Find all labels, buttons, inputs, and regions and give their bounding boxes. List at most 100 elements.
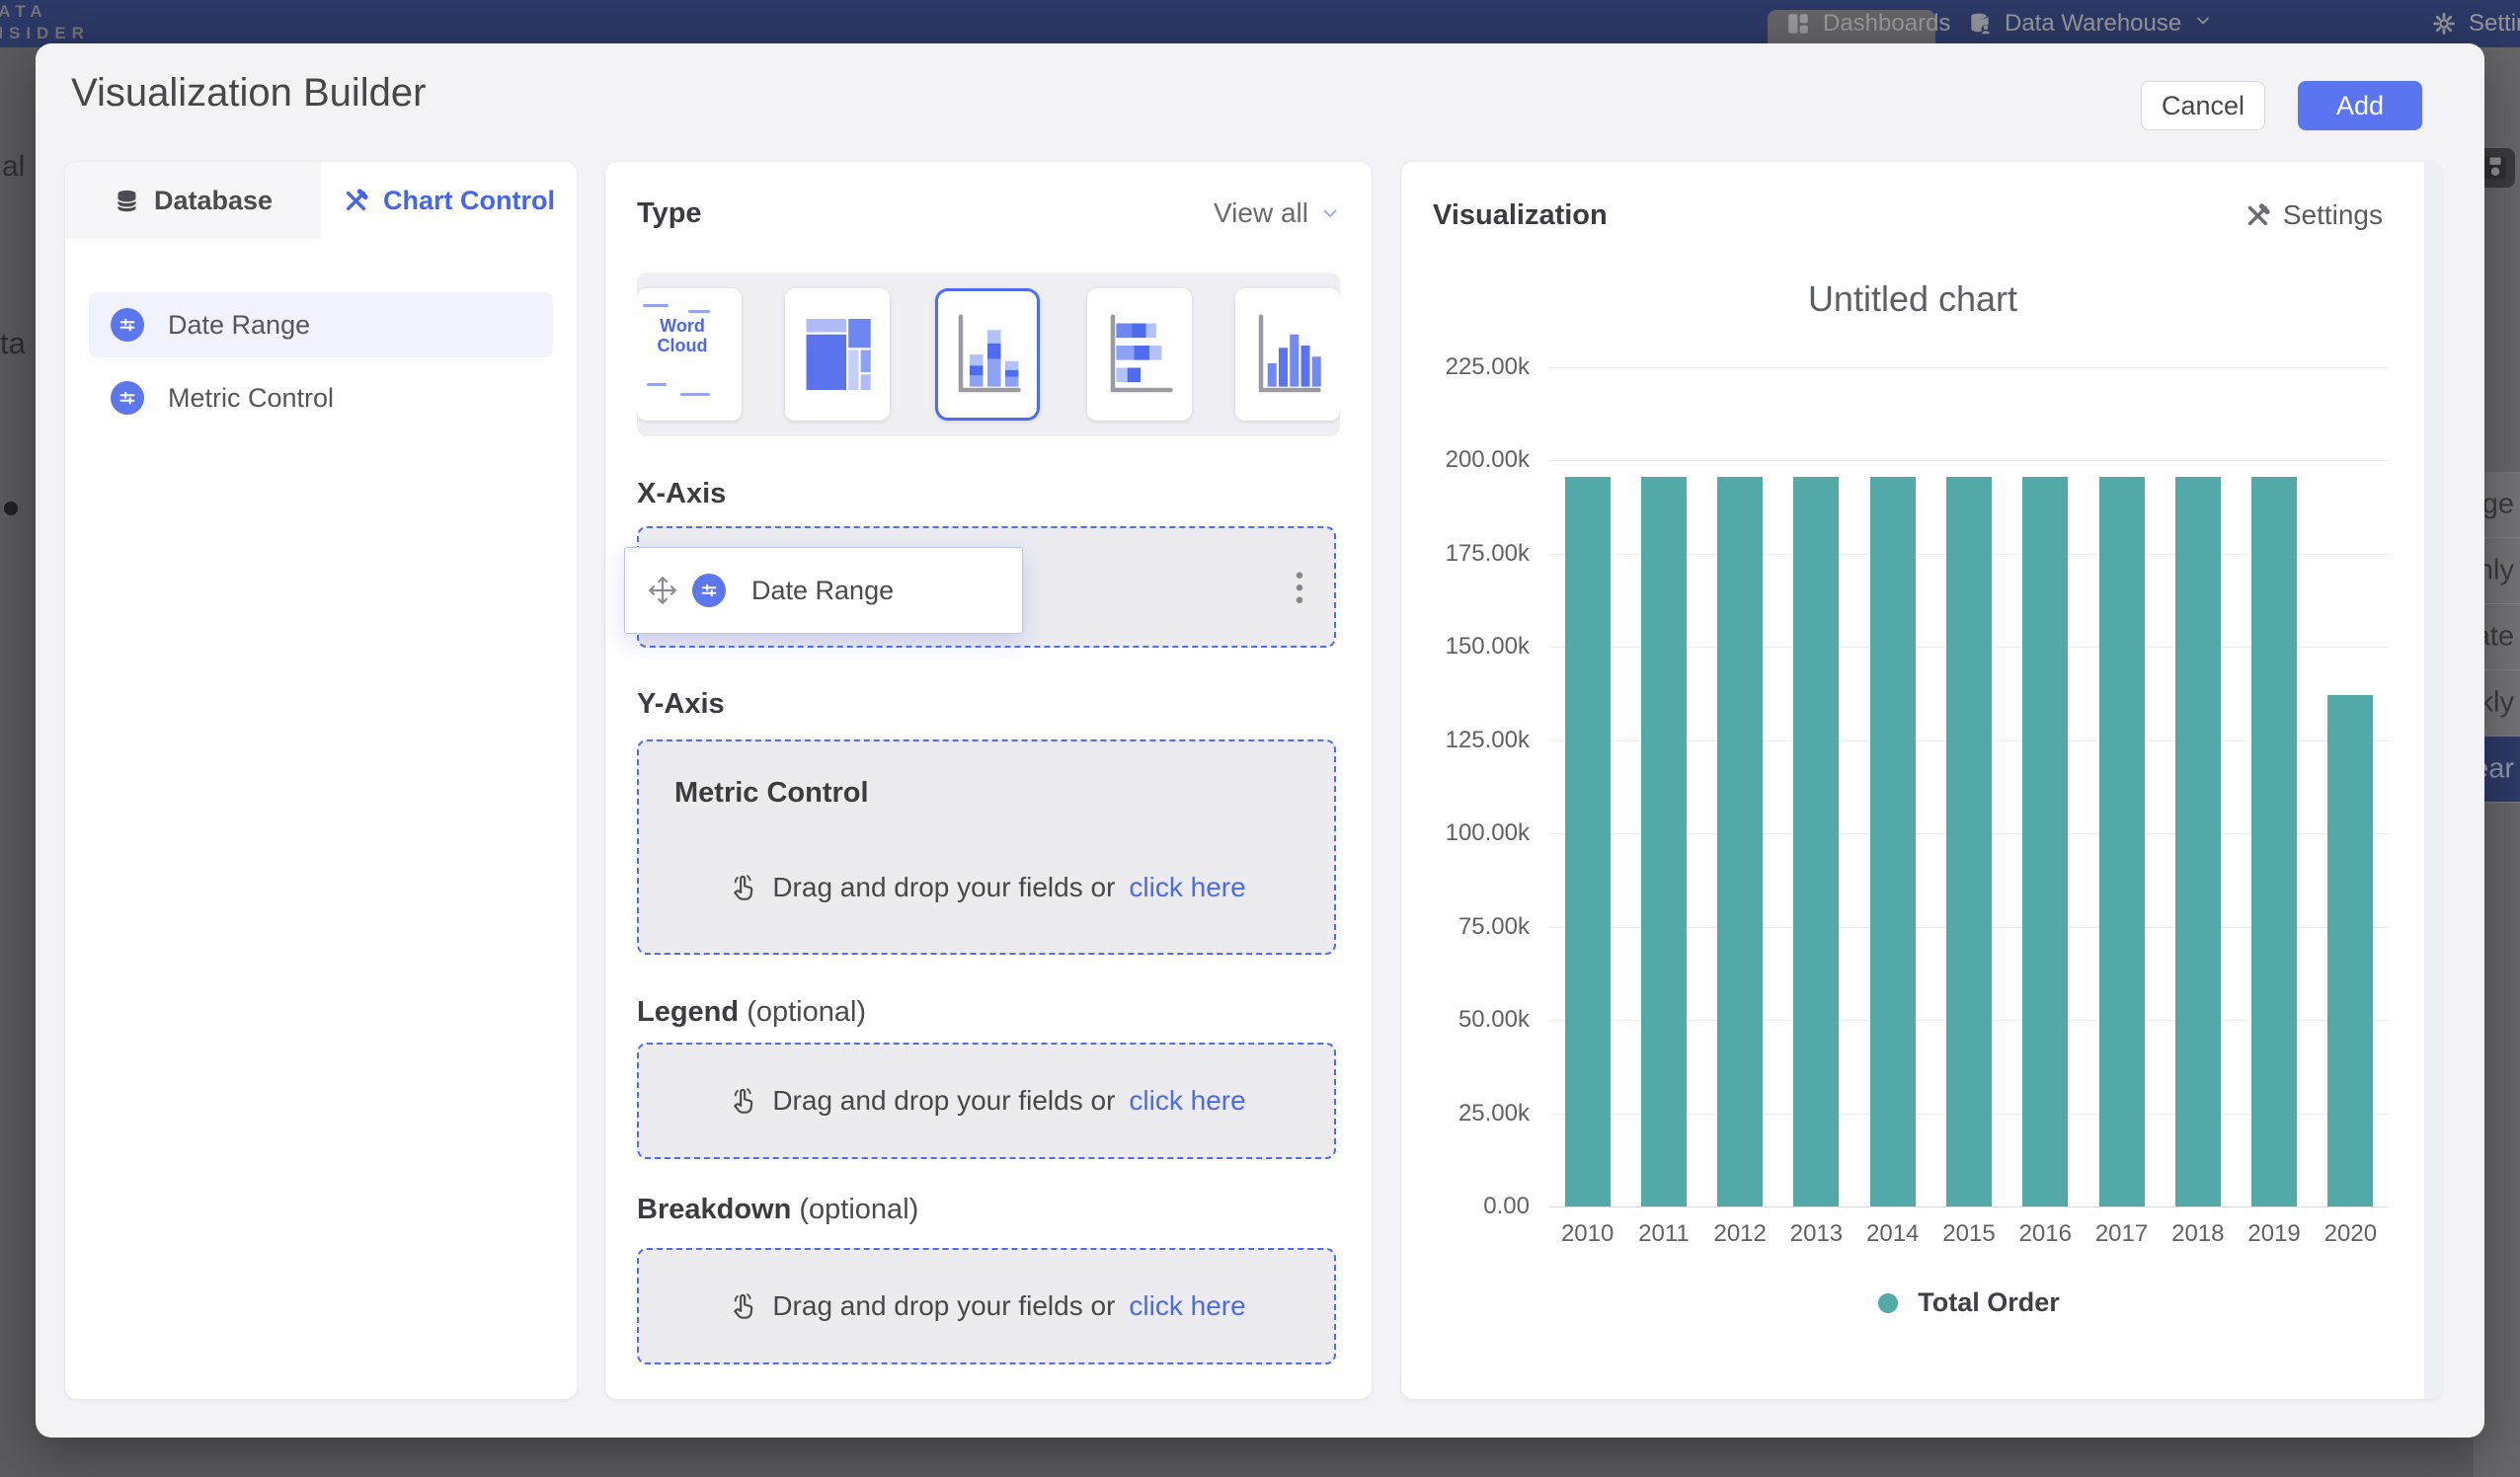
word-cloud-mini-word (643, 304, 669, 307)
y-tick-label: 175.00k (1401, 540, 1530, 568)
chart-type-word-cloud[interactable]: Word Cloud (637, 288, 742, 421)
y-tick-label: 25.00k (1401, 1100, 1530, 1127)
drop-hint-text: Drag and drop your fields or (772, 1290, 1115, 1322)
column-thumbnail (1246, 301, 1329, 408)
chip-label: Date Range (751, 576, 894, 606)
bar (1717, 477, 1763, 1206)
y-tick-label: 75.00k (1401, 913, 1530, 941)
gridline (1549, 367, 2389, 368)
sliders-icon (111, 381, 144, 415)
tab-database[interactable]: Database (65, 162, 321, 239)
settings-button[interactable]: Settings (2244, 199, 2383, 231)
stacked-column-thumbnail (946, 301, 1029, 408)
breakdown-section-label: Breakdown (optional) (637, 1194, 918, 1226)
x-tick-label: 2013 (1776, 1220, 1855, 1248)
bar (1870, 477, 1916, 1206)
view-all-dropdown[interactable]: View all (1214, 197, 1342, 229)
modal-title: Visualization Builder (71, 71, 426, 116)
move-icon (647, 575, 678, 606)
x-tick-label: 2014 (1853, 1220, 1932, 1248)
background-bullet-dot (4, 502, 18, 515)
logo-line1: DATA (0, 1, 90, 23)
y-tick-label: 50.00k (1401, 1006, 1530, 1034)
chart-type-column[interactable] (1235, 288, 1340, 421)
word-cloud-mini-word (647, 383, 667, 386)
cancel-button[interactable]: Cancel (2141, 81, 2265, 130)
tap-hand-icon (727, 872, 758, 903)
tools-icon (343, 188, 369, 214)
bar (1565, 477, 1611, 1206)
drop-hint-text: Drag and drop your fields or (772, 1085, 1115, 1117)
chart-legend[interactable]: Total Order (1549, 1287, 2389, 1318)
tap-hand-icon (727, 1085, 758, 1117)
chart-type-gallery: Word Cloud (637, 272, 1340, 436)
fields-panel: Database Chart Control Date Range Metric… (65, 162, 577, 1399)
click-here-link[interactable]: click here (1129, 872, 1245, 903)
gear-icon (2431, 11, 2457, 37)
breakdown-dropzone[interactable]: Drag and drop your fields or click here (637, 1248, 1336, 1364)
x-tick-label: 2015 (1929, 1220, 2008, 1248)
treemap-thumbnail (796, 301, 879, 408)
date-range-chip[interactable]: Date Range (624, 547, 1023, 634)
nav-item-dashboards[interactable]: Dashboards (1785, 0, 1950, 47)
x-axis-section-label: X-Axis (637, 478, 726, 510)
tap-hand-icon (727, 1290, 758, 1322)
field-item-metric-control[interactable]: Metric Control (89, 365, 553, 430)
y-tick-label: 200.00k (1401, 446, 1530, 474)
y-tick-label: 225.00k (1401, 353, 1530, 381)
sliders-icon (692, 574, 726, 607)
chart-type-stacked-column[interactable] (935, 288, 1040, 421)
legend-dropzone[interactable]: Drag and drop your fields or click here (637, 1043, 1336, 1159)
tools-icon (2244, 202, 2271, 229)
bar (1793, 477, 1839, 1206)
bar (1641, 477, 1687, 1206)
y-axis-dropzone[interactable]: Metric Control Drag and drop your fields… (637, 739, 1336, 955)
nav-label-settings: Settings (2469, 10, 2520, 38)
add-button[interactable]: Add (2298, 81, 2422, 130)
nav-label-dashboards: Dashboards (1823, 10, 1950, 38)
bar (2251, 477, 2297, 1206)
y-axis-zone-title: Metric Control (674, 777, 869, 810)
word-cloud-thumbnail: Word Cloud (637, 316, 742, 355)
chart-title: Untitled chart (1401, 278, 2424, 320)
x-tick-label: 2016 (2006, 1220, 2085, 1248)
view-all-label: View all (1214, 197, 1308, 229)
stacked-bar-thumbnail (1098, 301, 1181, 408)
tab-chart-control[interactable]: Chart Control (321, 162, 577, 239)
click-here-link[interactable]: click here (1129, 1290, 1245, 1322)
kebab-icon[interactable] (1285, 567, 1314, 608)
nav-label-data-warehouse: Data Warehouse (2005, 10, 2181, 38)
y-tick-label: 150.00k (1401, 633, 1530, 661)
y-tick-label: 0.00 (1401, 1193, 1530, 1220)
y-tick-label: 125.00k (1401, 727, 1530, 754)
x-tick-label: 2019 (2235, 1220, 2314, 1248)
dashboard-icon (1785, 11, 1811, 37)
page: DATA INSIDER Dashboards Data Warehouse (0, 0, 2520, 1477)
tab-chart-control-label: Chart Control (383, 186, 555, 216)
chart-type-stacked-bar-horizontal[interactable] (1087, 288, 1192, 421)
warehouse-icon (1967, 11, 1993, 37)
bar (2022, 477, 2068, 1206)
gridline (1549, 1206, 2389, 1207)
x-tick-label: 2012 (1700, 1220, 1779, 1248)
x-tick-label: 2018 (2159, 1220, 2238, 1248)
click-here-link[interactable]: click here (1129, 1085, 1245, 1117)
scrollbar-track[interactable] (2424, 162, 2442, 1399)
word-cloud-mini-word (680, 393, 710, 396)
chart-type-treemap[interactable] (785, 288, 890, 421)
x-tick-label: 2017 (2083, 1220, 2162, 1248)
chart-builder-panel: Type View all Word Cloud (605, 162, 1372, 1399)
visualization-panel: Visualization Settings Untitled chart 22… (1401, 162, 2442, 1399)
chevron-down-icon (2193, 10, 2213, 38)
bar (1946, 477, 1992, 1206)
background-text-fragment: ta (0, 326, 26, 361)
bar (2327, 695, 2373, 1206)
top-navbar: DATA INSIDER Dashboards Data Warehouse (0, 0, 2520, 47)
nav-item-data-warehouse[interactable]: Data Warehouse (1967, 0, 2213, 47)
x-tick-label: 2011 (1624, 1220, 1703, 1248)
app-logo: DATA INSIDER (0, 1, 90, 44)
nav-item-settings[interactable]: Settings (2431, 0, 2520, 47)
field-item-date-range[interactable]: Date Range (89, 292, 553, 357)
type-section-label: Type (637, 197, 702, 230)
chevron-down-icon (1318, 201, 1342, 225)
